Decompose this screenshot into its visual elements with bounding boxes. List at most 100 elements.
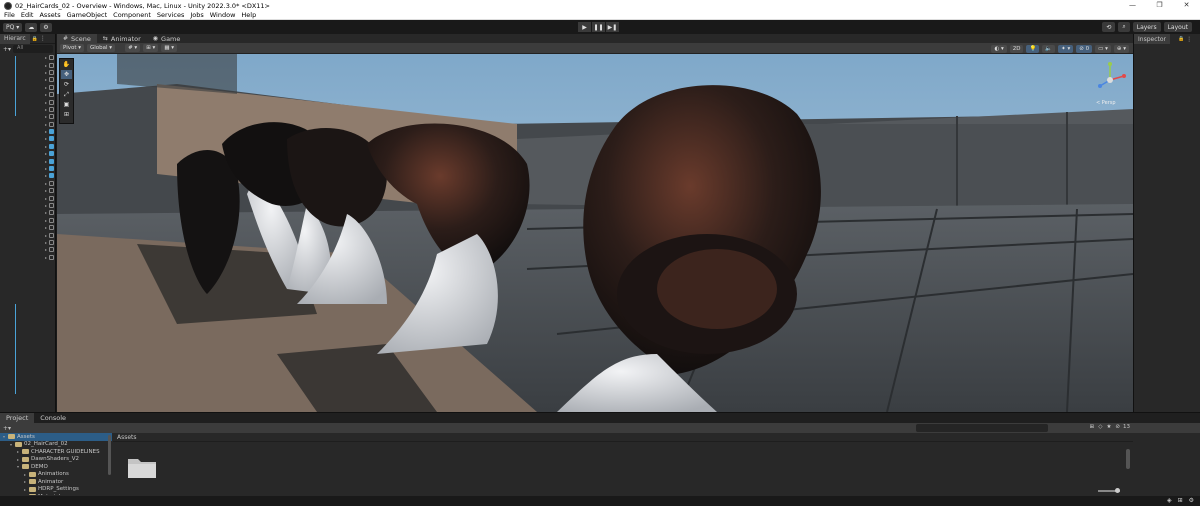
scene-orientation-gizmo[interactable]: < Persp xyxy=(1090,58,1130,106)
expand-arrow-icon[interactable]: ▸ xyxy=(45,144,47,149)
projection-label[interactable]: < Persp xyxy=(1096,100,1116,106)
panel-menu-icon[interactable]: ⋮ xyxy=(40,35,46,42)
hierarchy-row[interactable]: ▸ xyxy=(0,209,56,216)
tab-project[interactable]: Project xyxy=(0,413,35,423)
rotate-tool-icon[interactable]: ⟳ xyxy=(61,80,72,89)
folder-icon[interactable] xyxy=(127,455,157,479)
expand-arrow-icon[interactable]: ▸ xyxy=(45,255,47,260)
snap-settings-dropdown[interactable]: ▦ ▾ xyxy=(161,44,178,52)
scale-tool-icon[interactable]: ⤢ xyxy=(61,90,72,99)
pause-button[interactable]: ❚❚ xyxy=(592,22,605,32)
tree-scrollbar[interactable] xyxy=(108,435,111,475)
hierarchy-row[interactable]: ▸ xyxy=(0,76,56,83)
move-tool-icon[interactable]: ✥ xyxy=(61,70,72,79)
expand-arrow-icon[interactable]: ▸ xyxy=(45,188,47,193)
layers-dropdown[interactable]: Layers xyxy=(1132,22,1161,32)
expand-arrow-icon[interactable]: ▸ xyxy=(45,55,47,60)
lock-icon[interactable]: 🔒 xyxy=(32,36,38,42)
expand-arrow-icon[interactable]: ▸ xyxy=(45,233,47,238)
expand-arrow-icon[interactable]: ▸ xyxy=(45,173,47,178)
menu-component[interactable]: Component xyxy=(113,11,151,19)
draw-mode-dropdown[interactable]: ◐ ▾ xyxy=(991,44,1007,53)
hierarchy-row[interactable]: ▸ xyxy=(0,69,56,76)
tab-animator[interactable]: ⇆ Animator xyxy=(97,34,147,43)
hierarchy-row[interactable]: ▸ xyxy=(0,113,56,120)
audio-toggle[interactable]: 🔈 xyxy=(1042,44,1056,53)
hierarchy-row[interactable]: ▸ xyxy=(0,239,56,246)
icon-size-slider[interactable] xyxy=(1098,488,1120,493)
hierarchy-row[interactable]: ▸ xyxy=(0,84,56,91)
cache-server-icon[interactable]: ◈ xyxy=(1167,497,1172,504)
hierarchy-row[interactable]: ▸ xyxy=(0,224,56,231)
hierarchy-row[interactable]: ▸ xyxy=(0,98,56,105)
gizmos-dropdown[interactable]: ⊕ ▾ xyxy=(1113,44,1129,53)
hierarchy-row[interactable]: ▸ xyxy=(0,202,56,209)
menu-jobs[interactable]: Jobs xyxy=(190,11,203,19)
menu-file[interactable]: File xyxy=(4,11,15,19)
expand-arrow-icon[interactable]: ▸ xyxy=(45,136,47,141)
expand-arrow-icon[interactable]: ▸ xyxy=(45,166,47,171)
add-object-button[interactable]: +▾ xyxy=(3,46,11,53)
grid-snap-dropdown[interactable]: # ▾ xyxy=(125,44,141,52)
menu-window[interactable]: Window xyxy=(210,11,236,19)
expand-arrow-icon[interactable]: ▸ xyxy=(45,203,47,208)
project-tree-item[interactable]: ▸ Animations xyxy=(0,471,112,479)
hand-tool-icon[interactable]: ✋ xyxy=(61,60,72,69)
rect-tool-icon[interactable]: ▣ xyxy=(61,100,72,109)
hierarchy-row[interactable]: ▸ xyxy=(0,61,56,68)
tab-inspector[interactable]: Inspector xyxy=(1134,34,1170,44)
expand-arrow-icon[interactable]: ▸ xyxy=(45,70,47,75)
search-icon[interactable]: ⌕ xyxy=(1118,22,1130,32)
tab-scene[interactable]: # Scene xyxy=(57,34,97,43)
hierarchy-row[interactable]: ▸ xyxy=(0,91,56,98)
project-tree-item[interactable]: ▾ Assets xyxy=(0,433,112,441)
expand-arrow-icon[interactable]: ▸ xyxy=(45,159,47,164)
hierarchy-search-input[interactable]: All xyxy=(13,45,53,53)
hierarchy-row[interactable]: ▸ xyxy=(0,135,56,142)
menu-services[interactable]: Services xyxy=(157,11,184,19)
step-button[interactable]: ▶❚ xyxy=(606,22,619,32)
hierarchy-row[interactable]: ▸ xyxy=(0,246,56,253)
menu-assets[interactable]: Assets xyxy=(39,11,60,19)
expand-arrow-icon[interactable]: ▸ xyxy=(45,63,47,68)
hierarchy-row[interactable]: ▸ xyxy=(0,165,56,172)
hierarchy-row[interactable]: ▸ xyxy=(0,217,56,224)
expand-arrow-icon[interactable]: ▸ xyxy=(45,122,47,127)
expand-arrow-icon[interactable]: ▸ xyxy=(45,100,47,105)
hierarchy-row[interactable]: ▸ xyxy=(0,54,56,61)
hidden-packages-icon[interactable]: ⊘ xyxy=(1115,424,1120,430)
hierarchy-row[interactable]: ▸ xyxy=(0,150,56,157)
expand-arrow-icon[interactable]: ▸ xyxy=(45,85,47,90)
hierarchy-row[interactable]: ▸ xyxy=(0,231,56,238)
expand-arrow-icon[interactable]: ▸ xyxy=(45,210,47,215)
hierarchy-row[interactable]: ▸ xyxy=(0,121,56,128)
hierarchy-row[interactable]: ▸ xyxy=(0,180,56,187)
hierarchy-row[interactable]: ▸ xyxy=(0,143,56,150)
account-dropdown[interactable]: PQ ▾ xyxy=(3,22,23,32)
expand-arrow-icon[interactable]: ▸ xyxy=(45,225,47,230)
play-button[interactable]: ▶ xyxy=(578,22,591,32)
search-by-label-icon[interactable]: ◇ xyxy=(1098,424,1102,430)
hierarchy-row[interactable]: ▸ xyxy=(0,172,56,179)
2d-toggle[interactable]: 2D xyxy=(1009,44,1024,53)
lock-icon[interactable]: 🔒 xyxy=(1178,36,1184,42)
assets-scrollbar[interactable] xyxy=(1126,449,1130,469)
create-asset-button[interactable]: +▾ xyxy=(3,425,11,432)
tab-hierarchy[interactable]: Hierarc xyxy=(0,33,30,44)
expand-arrow-icon[interactable]: ▸ xyxy=(45,240,47,245)
tab-console[interactable]: Console xyxy=(34,413,72,423)
close-button[interactable]: ✕ xyxy=(1173,0,1200,11)
snap-increment-dropdown[interactable]: ⊞ ▾ xyxy=(143,44,159,52)
hierarchy-row[interactable]: ▸ xyxy=(0,187,56,194)
project-tree-item[interactable]: ▸ DawnShaders_V2 xyxy=(0,456,112,464)
menu-help[interactable]: Help xyxy=(241,11,256,19)
expand-arrow-icon[interactable]: ▸ xyxy=(45,77,47,82)
collab-icon[interactable]: ⚙ xyxy=(40,22,52,32)
transform-tool-icon[interactable]: ⊞ xyxy=(61,110,72,119)
expand-arrow-icon[interactable]: ▸ xyxy=(45,181,47,186)
expand-arrow-icon[interactable]: ▸ xyxy=(45,196,47,201)
menu-edit[interactable]: Edit xyxy=(21,11,34,19)
tab-game[interactable]: ◉ Game xyxy=(147,34,187,43)
project-tree-item[interactable]: ▸ CHARACTER GUIDELINES xyxy=(0,448,112,456)
expand-arrow-icon[interactable]: ▸ xyxy=(45,92,47,97)
